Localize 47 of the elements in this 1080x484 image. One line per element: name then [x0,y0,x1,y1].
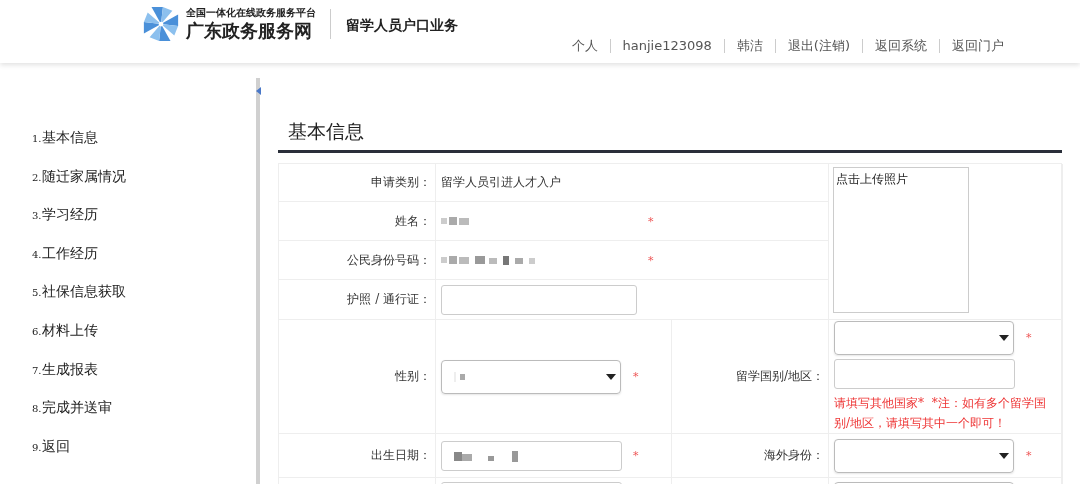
sidebar-item[interactable]: 8.完成并送审 [32,397,256,436]
input-field[interactable] [441,440,622,471]
pinwheel-logo-icon [142,5,180,43]
field-label: 留学国别/地区： [735,368,824,385]
app-title: 留学人员户口业务 [346,17,458,35]
required-asterisk: * [648,214,654,228]
sidebar-item[interactable]: 3.学习经历 [32,204,256,243]
nav-link[interactable]: 个人 [559,39,610,53]
field-value: 留学人员引进人才入户 [441,174,561,191]
sidebar-item[interactable]: 4.工作经历 [32,242,256,282]
select-dropdown[interactable] [441,359,621,394]
nav-link[interactable]: hanjie123098 [609,39,724,53]
photo-upload-box[interactable]: 点击上传照片 [833,167,969,313]
field-label: 公民身份号码： [347,251,431,269]
select-dropdown[interactable] [834,320,1014,355]
nav-link[interactable]: 韩洁 [723,39,775,53]
required-asterisk: * [648,253,654,267]
sidebar-item[interactable]: 7.生成报表 [32,358,256,398]
caret-icon [999,334,1009,341]
nav-link[interactable]: 退出(注销) [774,39,862,53]
field-label: 出生日期： [371,447,431,464]
field-label: 性别： [395,368,431,385]
hint-text: 请填写其他国家* *注：如有多个留学国别/地区，请填写其中一个即可！ [834,394,1047,432]
collapse-arrow-icon[interactable] [256,87,261,95]
site-title: 广东政务服务网 [186,19,313,43]
required-asterisk: * [1026,331,1032,344]
input-field[interactable] [441,284,637,315]
required-asterisk: * [1026,449,1032,462]
sidebar-item[interactable]: 1.基本信息 [32,127,256,166]
nav-link[interactable]: 返回门户 [939,39,1016,53]
input-field[interactable] [834,358,1015,389]
caret-icon [999,452,1009,459]
field-label: 海外身份： [764,447,824,464]
select-dropdown[interactable] [834,438,1014,473]
sidebar-item[interactable]: 6.材料上传 [32,319,256,359]
section-title: 基本信息 [278,115,1062,153]
sidebar-item[interactable]: 2.随迁家属情况 [32,165,256,205]
field-label: 姓名： [395,212,431,230]
field-label: 申请类别： [371,174,431,191]
sidebar-item[interactable]: 5.社保信息获取 [32,281,256,320]
required-asterisk: * [633,370,639,383]
platform-subtitle: 全国一体化在线政务服务平台 [186,7,316,19]
caret-icon [606,373,616,380]
sidebar-item[interactable]: 9.返回 [32,435,256,475]
nav-link[interactable]: 返回系统 [862,39,939,53]
required-asterisk: * [633,449,639,462]
field-label: 护照 / 通行证： [347,291,431,308]
